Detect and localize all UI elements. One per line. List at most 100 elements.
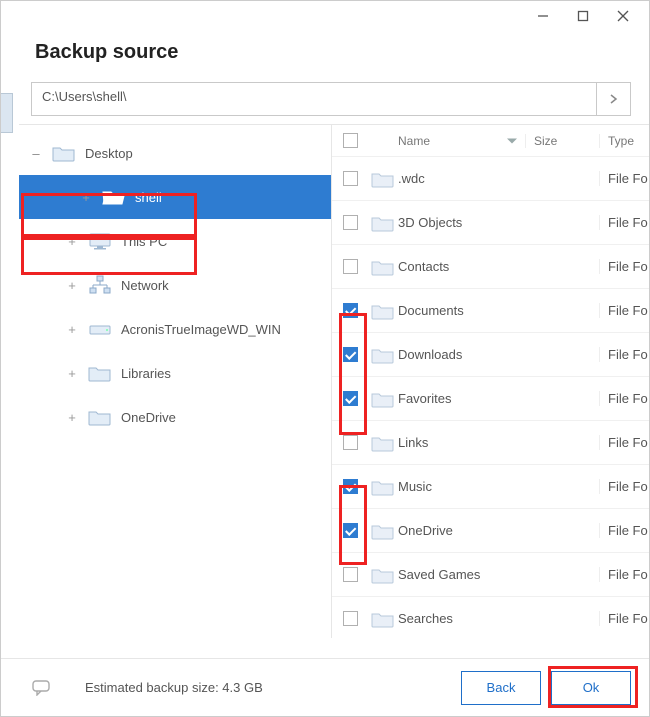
row-checkbox[interactable] (343, 303, 358, 318)
folder-icon (368, 434, 398, 452)
close-button[interactable] (603, 5, 643, 27)
window-controls (1, 1, 649, 31)
tree-item-label: Network (121, 278, 169, 293)
sort-caret-icon (507, 138, 517, 143)
expand-icon[interactable] (65, 278, 79, 292)
row-type: File Fo (599, 391, 649, 406)
list-row[interactable]: Contacts File Fo (332, 245, 649, 289)
tree-item[interactable]: Network (19, 263, 331, 307)
folder-tree[interactable]: Desktop shell This PC Network AcronisTrueIma… (19, 124, 331, 638)
file-list: Name Size Type .wdc File Fo 3D Objects File… (331, 124, 649, 638)
path-bar: C:\Users\shell\ (31, 82, 631, 116)
row-checkbox[interactable] (343, 215, 358, 230)
drive-icon (87, 319, 113, 339)
expand-icon[interactable] (65, 410, 79, 424)
list-row[interactable]: Saved Games File Fo (332, 553, 649, 597)
tree-item-label: This PC (121, 234, 167, 249)
list-row[interactable]: DocumentsFile Fo (332, 289, 649, 333)
row-checkbox[interactable] (343, 435, 358, 450)
list-row[interactable]: Searches File Fo (332, 597, 649, 638)
row-checkbox[interactable] (343, 347, 358, 362)
tree-item[interactable]: OneDrive (19, 395, 331, 439)
folder-open-icon (101, 187, 127, 207)
folder-icon (368, 522, 398, 540)
list-row[interactable]: 3D Objects File Fo (332, 201, 649, 245)
list-row[interactable]: OneDrive File Fo (332, 509, 649, 553)
list-row[interactable]: Links File Fo (332, 421, 649, 465)
estimated-size: Estimated backup size: 4.3 GB (85, 680, 263, 695)
row-checkbox[interactable] (343, 479, 358, 494)
folder-icon (87, 363, 113, 383)
row-type: File Fo (599, 215, 649, 230)
network-icon (87, 275, 113, 295)
row-type: File Fo (599, 171, 649, 186)
footer: Estimated backup size: 4.3 GB Back Ok (1, 658, 649, 716)
tree-item[interactable]: AcronisTrueImageWD_WIN (19, 307, 331, 351)
row-name: Music (398, 479, 525, 494)
monitor-icon (87, 231, 113, 251)
collapse-icon[interactable] (29, 146, 43, 160)
row-name: Searches (398, 611, 525, 626)
expand-icon[interactable] (65, 322, 79, 336)
tree-item[interactable]: This PC (19, 219, 331, 263)
maximize-button[interactable] (563, 5, 603, 27)
list-row[interactable]: MusicFile Fo (332, 465, 649, 509)
row-name: Favorites (398, 391, 525, 406)
row-type: File Fo (599, 303, 649, 318)
row-type: File Fo (599, 523, 649, 538)
row-type: File Fo (599, 259, 649, 274)
header-checkbox[interactable] (332, 133, 368, 148)
tree-item[interactable]: Libraries (19, 351, 331, 395)
list-row[interactable]: Downloads File Fo (332, 333, 649, 377)
folder-icon (368, 610, 398, 628)
back-button[interactable]: Back (461, 671, 541, 705)
row-name: OneDrive (398, 523, 525, 538)
speech-bubble-icon[interactable] (29, 678, 55, 698)
row-name: Downloads (398, 347, 525, 362)
minimize-button[interactable] (523, 5, 563, 27)
row-checkbox[interactable] (343, 523, 358, 538)
header: Backup source (1, 31, 649, 82)
ok-button[interactable]: Ok (551, 671, 631, 705)
column-name[interactable]: Name (398, 134, 525, 148)
row-name: Links (398, 435, 525, 450)
row-type: File Fo (599, 611, 649, 626)
column-size[interactable]: Size (525, 134, 599, 148)
list-row[interactable]: .wdc File Fo (332, 157, 649, 201)
column-type[interactable]: Type (599, 134, 649, 148)
folder-icon (368, 346, 398, 364)
row-type: File Fo (599, 567, 649, 582)
side-tab[interactable] (1, 93, 13, 133)
chevron-right-icon (610, 94, 618, 104)
list-header: Name Size Type (332, 125, 649, 157)
folder-icon (87, 407, 113, 427)
row-name: .wdc (398, 171, 525, 186)
folder-icon (51, 143, 77, 163)
expand-icon[interactable] (65, 366, 79, 380)
folder-icon (368, 214, 398, 232)
row-name: 3D Objects (398, 215, 525, 230)
row-checkbox[interactable] (343, 611, 358, 626)
tree-item-label: AcronisTrueImageWD_WIN (121, 322, 281, 337)
tree-item-label: Desktop (85, 146, 133, 161)
path-input[interactable]: C:\Users\shell\ (31, 82, 597, 116)
page-title: Backup source (35, 41, 619, 64)
row-checkbox[interactable] (343, 391, 358, 406)
path-go-button[interactable] (597, 82, 631, 116)
folder-icon (368, 390, 398, 408)
tree-item[interactable]: shell (19, 175, 331, 219)
row-checkbox[interactable] (343, 259, 358, 274)
row-name: Contacts (398, 259, 525, 274)
folder-icon (368, 566, 398, 584)
list-row[interactable]: Favorites File Fo (332, 377, 649, 421)
folder-icon (368, 258, 398, 276)
tree-item[interactable]: Desktop (19, 131, 331, 175)
expand-icon[interactable] (65, 234, 79, 248)
row-name: Saved Games (398, 567, 525, 582)
row-checkbox[interactable] (343, 567, 358, 582)
row-checkbox[interactable] (343, 171, 358, 186)
row-type: File Fo (599, 435, 649, 450)
expand-icon[interactable] (79, 190, 93, 204)
tree-item-label: OneDrive (121, 410, 176, 425)
row-type: File Fo (599, 347, 649, 362)
